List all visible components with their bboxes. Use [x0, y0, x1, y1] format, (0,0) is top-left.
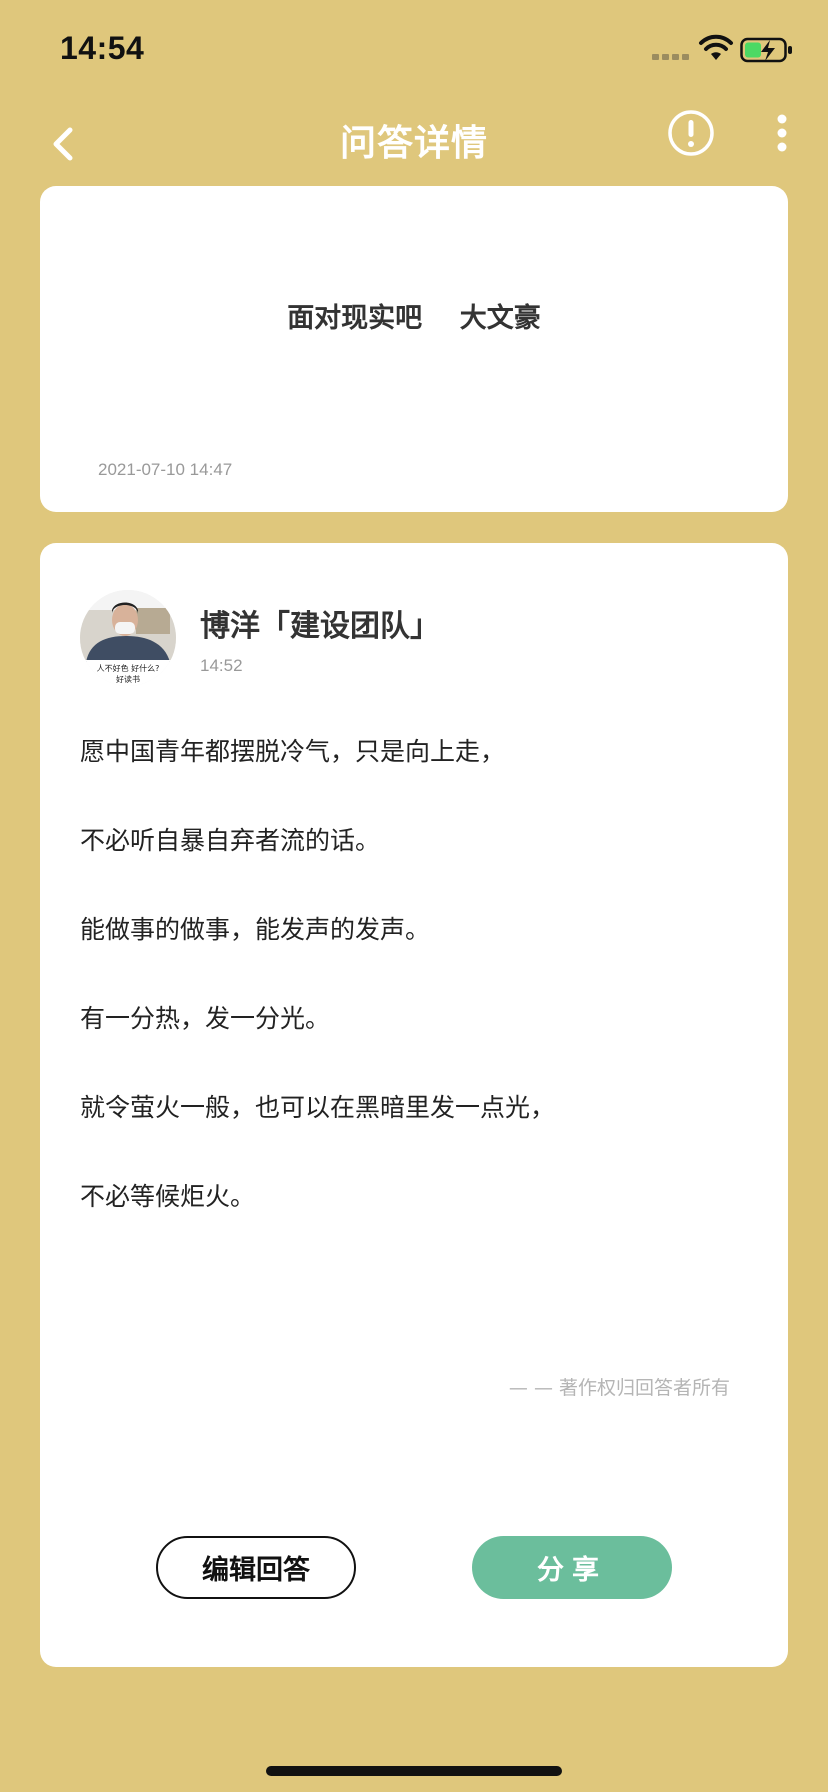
- home-indicator[interactable]: [266, 1766, 562, 1776]
- edit-answer-button[interactable]: 编辑回答: [156, 1536, 356, 1599]
- more-button[interactable]: [766, 108, 798, 158]
- nav-bar: 问答详情: [0, 100, 828, 186]
- report-icon: [668, 110, 714, 156]
- answer-card: 人不好色 好什么? 好读书 博洋「建设团队」 14:52 愿中国青年都摆脱冷气，…: [40, 543, 788, 1667]
- answer-line: 有一分热，发一分光。: [80, 1004, 331, 1033]
- answer-line: 愿中国青年都摆脱冷气，只是向上走，: [80, 737, 506, 766]
- copyright-notice: — — 著作权归回答者所有: [508, 1377, 730, 1399]
- answer-line: 能做事的做事，能发声的发声。: [80, 915, 431, 944]
- answer-line: 不必听自暴自弃者流的话。: [80, 826, 381, 855]
- author-name[interactable]: 博洋「建设团队」: [200, 601, 440, 645]
- avatar[interactable]: 人不好色 好什么? 好读书: [80, 590, 176, 686]
- avatar-caption-line2: 好读书: [116, 674, 140, 684]
- avatar-caption-line1: 人不好色 好什么?: [97, 663, 160, 673]
- battery-charging-icon: [740, 37, 792, 63]
- avatar-image: 人不好色 好什么? 好读书: [80, 590, 176, 686]
- status-time: 14:54: [60, 30, 145, 66]
- report-button[interactable]: [666, 108, 716, 158]
- answer-line: 就令萤火一般，也可以在黑暗里发一点光，: [80, 1093, 556, 1122]
- more-vertical-icon: [777, 114, 787, 152]
- question-card: 面对现实吧 大文豪 2021-07-10 14:47: [40, 186, 788, 512]
- answer-line: 不必等候炬火。: [80, 1182, 256, 1211]
- answer-body: 愿中国青年都摆脱冷气，只是向上走， 不必听自暴自弃者流的话。 能做事的做事，能发…: [80, 707, 760, 1241]
- wifi-icon: [699, 34, 733, 60]
- share-button[interactable]: 分享: [472, 1536, 672, 1599]
- question-date: 2021-07-10 14:47: [98, 460, 233, 479]
- status-bar: 14:54: [0, 0, 828, 100]
- signal-icon: [652, 54, 689, 60]
- question-text: 面对现实吧 大文豪: [287, 303, 541, 334]
- answer-time: 14:52: [200, 656, 243, 675]
